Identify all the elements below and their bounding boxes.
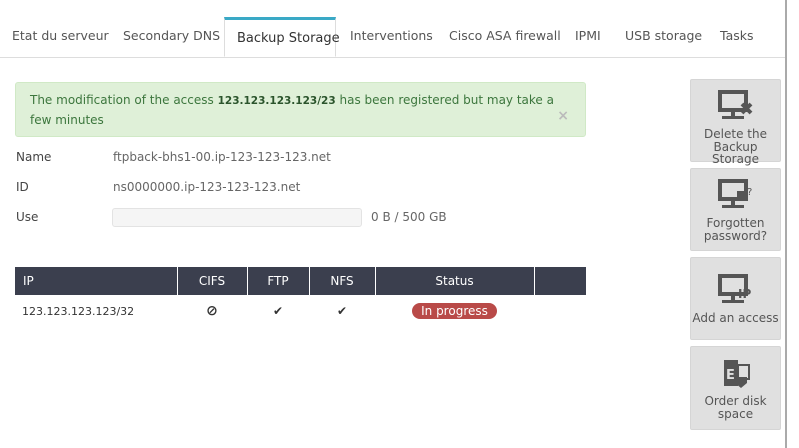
use-label: Use xyxy=(16,210,39,224)
col-ip: IP xyxy=(15,267,178,295)
svg-text:?: ? xyxy=(747,187,752,198)
add-access-button[interactable]: IP Add an access xyxy=(690,257,781,340)
table-row: 123.123.123.123/32 ⊘ ✔ ✔ In progress xyxy=(15,295,586,327)
ftp-lock-icon: ? xyxy=(717,179,752,208)
col-status: Status xyxy=(375,267,535,295)
col-actions xyxy=(534,267,586,295)
forbidden-icon: ⊘ xyxy=(206,303,218,319)
id-value: ns0000000.ip-123-123-123.net xyxy=(113,180,301,194)
forgotten-password-label: Forgotten password? xyxy=(703,216,768,243)
success-alert: The modification of the access 123.123.1… xyxy=(15,82,586,137)
order-disk-space-label: Order disk space xyxy=(704,394,767,421)
tab-ipmi[interactable]: IPMI xyxy=(575,28,601,43)
access-table: IP CIFS FTP NFS Status 123.123.123.123/3… xyxy=(15,267,586,327)
delete-backup-storage-button[interactable]: Delete the Backup Storage xyxy=(690,79,781,165)
id-label: ID xyxy=(16,180,29,194)
svg-text:IP: IP xyxy=(738,287,751,301)
status-badge: In progress xyxy=(412,303,497,319)
name-value: ftpback-bhs1-00.ip-123-123-123.net xyxy=(113,150,331,164)
ftp-ip-icon: IP xyxy=(717,274,751,303)
add-access-label: Add an access xyxy=(692,311,779,325)
col-cifs: CIFS xyxy=(177,267,248,295)
ftp-delete-icon xyxy=(717,90,752,119)
tab-secondary-dns[interactable]: Secondary DNS xyxy=(123,28,220,43)
use-value: 0 B / 500 GB xyxy=(371,210,447,224)
tab-cisco-asa-firewall[interactable]: Cisco ASA firewall xyxy=(449,28,561,43)
cell-status: In progress xyxy=(375,295,534,327)
order-disk-space-button[interactable]: E Order disk space xyxy=(690,346,781,430)
exchange-shield-icon: E xyxy=(723,360,750,388)
forgotten-password-button[interactable]: ? Forgotten password? xyxy=(690,168,781,251)
name-label: Name xyxy=(16,150,52,164)
check-icon: ✔ xyxy=(272,304,284,318)
check-icon: ✔ xyxy=(336,304,348,318)
tab-interventions[interactable]: Interventions xyxy=(350,28,433,43)
table-header: IP CIFS FTP NFS Status xyxy=(15,267,586,295)
tab-tasks[interactable]: Tasks xyxy=(720,28,754,43)
tab-backup-storage[interactable]: Backup Storage xyxy=(224,17,340,57)
cell-actions xyxy=(534,295,586,327)
close-icon[interactable]: × xyxy=(557,107,569,126)
svg-text:E: E xyxy=(726,368,735,383)
tab-etat-du-serveur[interactable]: Etat du serveur xyxy=(12,28,109,43)
col-ftp: FTP xyxy=(247,267,310,295)
tab-usb-storage[interactable]: USB storage xyxy=(625,28,702,43)
cell-ip: 123.123.123.123/32 xyxy=(22,304,135,318)
usage-progress-bar xyxy=(112,208,362,227)
alert-ip: 123.123.123.123/23 xyxy=(217,95,336,107)
delete-label: Delete the Backup Storage xyxy=(704,127,767,166)
alert-prefix: The modification of the access xyxy=(30,93,218,107)
scrollbar-divider xyxy=(785,0,787,448)
col-nfs: NFS xyxy=(309,267,376,295)
tab-bar: Etat du serveur Secondary DNS Backup Sto… xyxy=(0,0,786,58)
